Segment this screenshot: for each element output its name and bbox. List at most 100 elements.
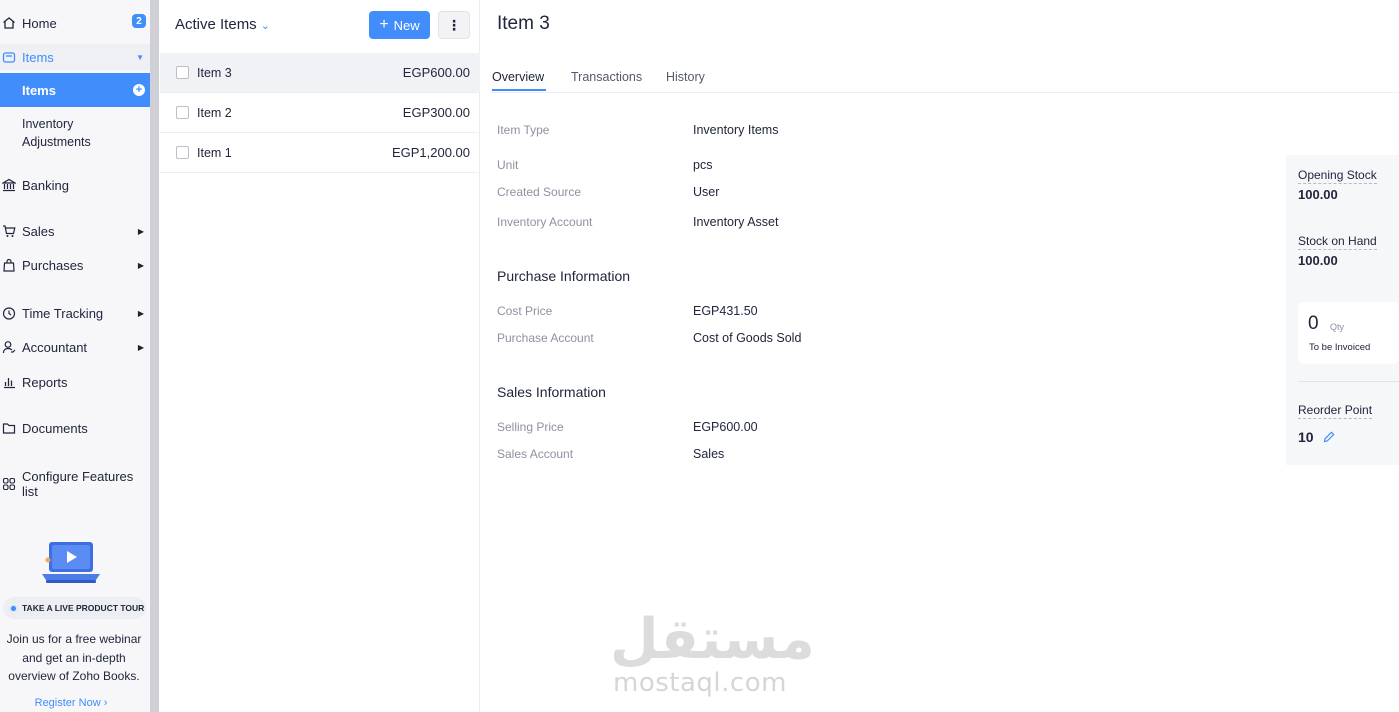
field-value: Inventory Items — [693, 123, 779, 137]
opening-stock-label: Opening Stock — [1298, 168, 1377, 184]
sidebar-item-label: Items — [22, 49, 54, 65]
page-title: Item 3 — [497, 13, 550, 34]
user-icon — [2, 340, 16, 354]
reorder-point-label: Reorder Point — [1298, 403, 1373, 419]
grid-config-icon — [2, 477, 16, 491]
list-view-label: Active Items — [175, 16, 257, 33]
chevron-right-icon: ▶ — [137, 226, 144, 236]
section-title: Purchase Information — [497, 268, 631, 284]
sidebar-item-label: Banking — [22, 177, 69, 193]
stats-divider — [1298, 381, 1399, 382]
item-price: EGP300.00 — [402, 105, 470, 120]
sidebar-item-documents[interactable]: Documents — [0, 419, 150, 437]
items-icon — [2, 50, 16, 64]
section-title: Sales Information — [497, 384, 606, 400]
field-label: Selling Price — [497, 420, 564, 434]
chevron-down-icon: ▼ — [136, 52, 144, 62]
sidebar-item-label: Home — [22, 15, 57, 31]
add-item-icon[interactable]: + — [133, 84, 145, 96]
active-tab-indicator — [492, 89, 546, 91]
item-name: Item 2 — [197, 105, 232, 120]
tab-history[interactable]: History — [666, 70, 705, 84]
to-be-invoiced-label: To be Invoiced — [1309, 342, 1371, 353]
opening-stock-value: 100.00 — [1298, 187, 1338, 202]
sidebar-item-label: Reports — [22, 374, 68, 390]
sidebar-scrollbar[interactable] — [150, 0, 159, 712]
field-value: pcs — [693, 158, 713, 172]
sidebar-item-label: Accountant — [22, 339, 88, 355]
to-be-invoiced-value: 0 — [1308, 313, 1319, 334]
to-be-invoiced-unit: Qty — [1330, 322, 1345, 332]
sidebar-item-items[interactable]: Items ▼ — [0, 44, 150, 70]
promo-text: Join us for a free webinar and get an in… — [6, 632, 142, 683]
field-value: Inventory Asset — [693, 215, 779, 229]
stock-on-hand-value: 100.00 — [1298, 253, 1338, 268]
row-checkbox[interactable] — [176, 66, 189, 79]
chevron-right-icon: ▶ — [137, 260, 144, 270]
sidebar-subitem-items[interactable]: Items + — [0, 73, 150, 107]
bank-icon — [2, 178, 16, 192]
sidebar-subitem-inventory-adjustments[interactable]: Inventory Adjustments — [0, 115, 150, 151]
list-item[interactable]: Item 1 EGP1,200.00 — [160, 133, 480, 173]
sidebar-item-label: Inventory — [22, 117, 74, 131]
field-value: Cost of Goods Sold — [693, 331, 802, 345]
tab-transactions[interactable]: Transactions — [571, 70, 642, 84]
field-label: Cost Price — [497, 304, 553, 318]
sidebar-item-label: Items — [22, 82, 56, 98]
watermark-latin: mostaql.com — [613, 668, 787, 698]
item-name: Item 1 — [197, 145, 232, 160]
sidebar-item-label: Documents — [22, 420, 88, 436]
plus-icon: + — [379, 16, 389, 33]
more-options-button[interactable]: ⋮ — [438, 11, 470, 39]
list-view-selector[interactable]: Active Items ⌄ — [175, 16, 270, 33]
sidebar-item-label: Time Tracking — [22, 305, 104, 321]
field-label: Sales Account — [497, 447, 574, 461]
field-value: User — [693, 185, 720, 199]
home-icon — [2, 16, 16, 30]
field-label: Unit — [497, 158, 519, 172]
laptop-video-illustration — [42, 542, 100, 583]
shopping-bag-icon — [2, 258, 16, 272]
field-value: Sales — [693, 447, 725, 461]
sidebar-item-label: Sales — [22, 223, 55, 239]
chevron-right-icon: ▶ — [137, 308, 144, 318]
product-tour-pill[interactable]: TAKE A LIVE PRODUCT TOUR — [3, 597, 146, 619]
clock-icon — [2, 306, 16, 320]
field-label: Item Type — [497, 123, 550, 137]
watermark-arabic: مستقل — [610, 607, 815, 672]
sidebar-item-banking[interactable]: Banking — [0, 176, 150, 194]
sidebar-item-time-tracking[interactable]: Time Tracking ▶ — [0, 304, 150, 322]
pencil-icon[interactable] — [1322, 430, 1336, 444]
field-label: Purchase Account — [497, 331, 594, 345]
row-checkbox[interactable] — [176, 146, 189, 159]
sidebar-item-accountant[interactable]: Accountant ▶ — [0, 338, 150, 356]
new-button-label: New — [393, 17, 420, 33]
sidebar-item-label: Adjustments — [22, 135, 91, 149]
new-item-button[interactable]: + New — [369, 11, 430, 39]
sidebar-item-configure-features[interactable]: Configure Features list — [0, 469, 150, 499]
register-now-link[interactable]: Register Now › — [0, 697, 142, 709]
chevron-right-icon: ▶ — [137, 342, 144, 352]
sidebar-item-label: Configure Features list — [22, 469, 134, 499]
sidebar-item-label: Purchases — [22, 257, 84, 273]
cart-icon — [2, 224, 16, 238]
field-value: EGP431.50 — [693, 304, 758, 318]
list-item[interactable]: Item 3 EGP600.00 — [160, 53, 480, 93]
chevron-down-icon: ⌄ — [260, 20, 270, 32]
item-price: EGP600.00 — [402, 65, 470, 80]
stock-on-hand-label: Stock on Hand — [1298, 234, 1377, 250]
sidebar-item-sales[interactable]: Sales ▶ — [0, 222, 150, 240]
sidebar-item-reports[interactable]: Reports — [0, 373, 150, 391]
reorder-point-value: 10 — [1298, 429, 1314, 445]
bar-chart-icon — [2, 375, 16, 389]
sidebar-item-home[interactable]: Home 2 — [0, 14, 150, 32]
tab-overview[interactable]: Overview — [492, 70, 544, 84]
product-tour-label: TAKE A LIVE PRODUCT TOUR — [22, 603, 145, 613]
folder-icon — [2, 421, 16, 435]
sidebar-item-purchases[interactable]: Purchases ▶ — [0, 256, 150, 274]
list-item[interactable]: Item 2 EGP300.00 — [160, 93, 480, 133]
row-checkbox[interactable] — [176, 106, 189, 119]
field-label: Inventory Account — [497, 215, 593, 229]
live-dot-icon — [10, 604, 17, 612]
tabs-divider — [490, 92, 1399, 93]
